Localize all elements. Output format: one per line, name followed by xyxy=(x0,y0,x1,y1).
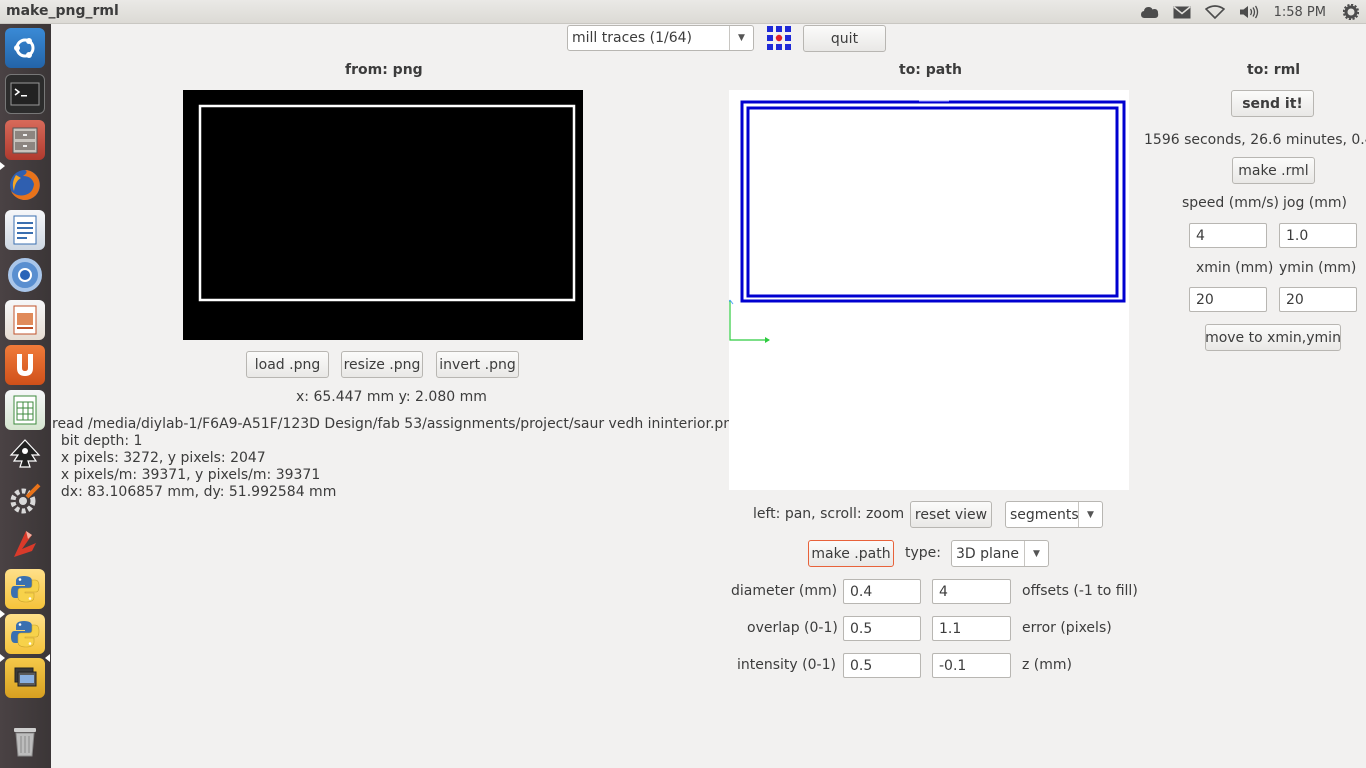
python-icon[interactable] xyxy=(5,614,45,654)
make-path-button[interactable]: make .path xyxy=(808,540,894,567)
chevron-down-icon: ▼ xyxy=(1078,502,1102,527)
python-icon[interactable] xyxy=(5,569,45,609)
rhythmbox-icon[interactable] xyxy=(5,524,45,564)
png-preview[interactable] xyxy=(183,90,583,340)
cursor-coords: x: 65.447 mm y: 2.080 mm xyxy=(296,389,487,405)
png-info-line: read /media/diylab-1/F6A9-A51F/123D Desi… xyxy=(52,416,742,432)
png-info: read /media/diylab-1/F6A9-A51F/123D Desi… xyxy=(52,416,741,501)
png-panel-header: from: png xyxy=(345,62,423,78)
impress-presentation-icon[interactable] xyxy=(5,300,45,340)
jog-label: jog (mm) xyxy=(1283,195,1347,211)
file-cabinet-icon[interactable] xyxy=(5,120,45,160)
chevron-down-icon: ▼ xyxy=(729,26,753,50)
focused-indicator xyxy=(45,654,50,662)
overlap-label: overlap (0-1) xyxy=(747,620,838,636)
make-rml-button[interactable]: make .rml xyxy=(1232,157,1315,184)
top-panel: make_png_rml 1:58 PM xyxy=(0,0,1366,24)
volume-icon[interactable] xyxy=(1232,0,1266,24)
png-info-line: dx: 83.106857 mm, dy: 51.992584 mm xyxy=(52,484,337,500)
ubuntu-one-icon[interactable] xyxy=(5,345,45,385)
running-indicator xyxy=(0,654,5,662)
type-label: type: xyxy=(905,545,941,561)
running-indicator xyxy=(0,610,5,618)
z-label: z (mm) xyxy=(1022,657,1072,673)
xmin-input[interactable]: 20 xyxy=(1189,287,1267,312)
trash-icon[interactable] xyxy=(5,721,45,761)
load-png-button[interactable]: load .png xyxy=(246,351,329,378)
png-info-line: x pixels: 3272, y pixels: 2047 xyxy=(52,450,266,466)
ymin-label: ymin (mm) xyxy=(1279,260,1357,276)
resize-png-button[interactable]: resize .png xyxy=(341,351,423,378)
reset-view-button[interactable]: reset view xyxy=(910,501,992,528)
path-view-canvas[interactable] xyxy=(726,90,1129,490)
mode-select-value: mill traces (1/64) xyxy=(572,30,692,46)
clock[interactable]: 1:58 PM xyxy=(1266,0,1336,24)
xmin-label: xmin (mm) xyxy=(1196,260,1274,276)
system-tray: 1:58 PM xyxy=(1134,0,1366,24)
wifi-icon[interactable] xyxy=(1198,0,1232,24)
quit-button[interactable]: quit xyxy=(803,25,886,52)
time-estimate: 1596 seconds, 26.6 minutes, 0.44 h xyxy=(1144,132,1366,148)
chromium-icon[interactable] xyxy=(5,255,45,295)
ubuntu-dash-icon[interactable] xyxy=(5,28,45,68)
view-mode-select[interactable]: segments ▼ xyxy=(1005,501,1103,528)
speed-label: speed (mm/s) xyxy=(1182,195,1279,211)
view-mode-value: segments xyxy=(1010,506,1078,523)
calc-spreadsheet-icon[interactable] xyxy=(5,390,45,430)
z-input[interactable]: -0.1 xyxy=(932,653,1011,678)
intensity-input[interactable]: 0.5 xyxy=(843,653,921,678)
launcher xyxy=(0,24,51,768)
png-info-line: bit depth: 1 xyxy=(52,433,143,449)
writer-document-icon[interactable] xyxy=(5,210,45,250)
gear-icon[interactable] xyxy=(1336,0,1366,24)
system-settings-icon[interactable] xyxy=(5,479,45,519)
path-type-select[interactable]: 3D plane ▼ xyxy=(951,540,1049,567)
diameter-input[interactable]: 0.4 xyxy=(843,579,921,604)
window-title: make_png_rml xyxy=(6,3,119,19)
fab-modules-icon[interactable] xyxy=(767,26,791,50)
intensity-label: intensity (0-1) xyxy=(737,657,836,673)
error-input[interactable]: 1.1 xyxy=(932,616,1011,641)
cloud-icon[interactable] xyxy=(1134,0,1166,24)
png-info-line: x pixels/m: 39371, y pixels/m: 39371 xyxy=(52,467,321,483)
error-label: error (pixels) xyxy=(1022,620,1112,636)
path-type-value: 3D plane xyxy=(956,545,1019,562)
nav-hint: left: pan, scroll: zoom xyxy=(753,506,905,522)
ymin-input[interactable]: 20 xyxy=(1279,287,1357,312)
workspace-switcher-icon[interactable] xyxy=(5,658,45,698)
mail-icon[interactable] xyxy=(1166,0,1198,24)
time-estimate-clip: 1596 seconds, 26.6 minutes, 0.44 h xyxy=(1144,129,1366,148)
send-it-button[interactable]: send it! xyxy=(1231,90,1314,117)
jog-input[interactable]: 1.0 xyxy=(1279,223,1357,248)
firefox-icon[interactable] xyxy=(5,165,45,205)
inkscape-icon[interactable] xyxy=(5,434,45,474)
chevron-down-icon: ▼ xyxy=(1024,541,1048,566)
mode-select[interactable]: mill traces (1/64) ▼ xyxy=(567,25,754,51)
offsets-input[interactable]: 4 xyxy=(932,579,1011,604)
speed-input[interactable]: 4 xyxy=(1189,223,1267,248)
diameter-label: diameter (mm) xyxy=(731,583,838,599)
terminal-icon[interactable] xyxy=(5,74,45,114)
rml-panel-header: to: rml xyxy=(1247,62,1301,78)
overlap-input[interactable]: 0.5 xyxy=(843,616,921,641)
path-panel-header: to: path xyxy=(899,62,962,78)
move-to-xmin-ymin-button[interactable]: move to xmin,ymin xyxy=(1205,324,1341,351)
invert-png-button[interactable]: invert .png xyxy=(436,351,519,378)
offsets-label: offsets (-1 to fill) xyxy=(1022,583,1138,599)
